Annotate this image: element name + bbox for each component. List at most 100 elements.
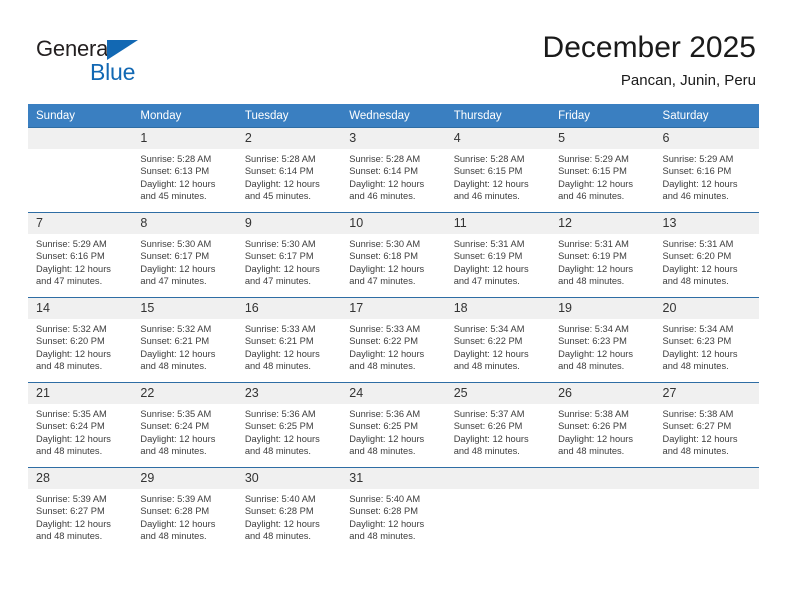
sunrise-text: Sunrise: 5:39 AM xyxy=(36,494,107,504)
day-details: Sunrise: 5:28 AM Sunset: 6:13 PM Daylight:… xyxy=(132,149,236,203)
day-number xyxy=(550,468,655,489)
daylight-text-line1: Daylight: 12 hours xyxy=(140,433,216,444)
calendar-day-cell[interactable]: 29 Sunrise: 5:39 AM Sunset: 6:28 PM Dayligh… xyxy=(132,467,237,552)
day-number: 27 xyxy=(654,383,759,404)
day-number xyxy=(654,468,759,489)
sunset-text: Sunset: 6:21 PM xyxy=(244,336,314,347)
day-number: 17 xyxy=(341,298,446,319)
calendar-day-cell[interactable]: 6 Sunrise: 5:29 AM Sunset: 6:16 PM Daylight… xyxy=(654,127,759,213)
calendar-day-cell[interactable]: 14 Sunrise: 5:32 AM Sunset: 6:20 PM Dayligh… xyxy=(28,297,133,383)
day-details: Sunrise: 5:34 AM Sunset: 6:23 PM Daylight:… xyxy=(550,319,654,373)
calendar-day-cell[interactable]: 26 Sunrise: 5:38 AM Sunset: 6:26 PM Dayligh… xyxy=(550,382,655,468)
sunrise-text: Sunrise: 5:36 AM xyxy=(349,409,421,419)
sunset-text: Sunset: 6:14 PM xyxy=(244,166,314,177)
sunset-text: Sunset: 6:20 PM xyxy=(36,336,105,347)
calendar-day-cell[interactable]: 10 Sunrise: 5:30 AM Sunset: 6:18 PM Dayligh… xyxy=(341,212,446,298)
calendar-day-cell[interactable]: 15 Sunrise: 5:32 AM Sunset: 6:21 PM Dayligh… xyxy=(132,297,237,383)
sunrise-text: Sunrise: 5:33 AM xyxy=(349,324,421,334)
day-details: Sunrise: 5:29 AM Sunset: 6:15 PM Daylight:… xyxy=(550,149,654,203)
calendar-day-cell[interactable]: 27 Sunrise: 5:38 AM Sunset: 6:27 PM Dayligh… xyxy=(654,382,759,468)
calendar-day-cell[interactable]: 17 Sunrise: 5:33 AM Sunset: 6:22 PM Dayligh… xyxy=(341,297,446,383)
sunrise-text: Sunrise: 5:34 AM xyxy=(662,324,734,334)
day-number: 1 xyxy=(132,128,237,149)
weekday-header-wednesday: Wednesday xyxy=(341,104,446,128)
sunrise-text: Sunrise: 5:38 AM xyxy=(558,409,629,419)
day-details: Sunrise: 5:38 AM Sunset: 6:27 PM Daylight:… xyxy=(655,404,759,458)
daylight-text-line1: Daylight: 12 hours xyxy=(244,178,320,189)
daylight-text-line1: Daylight: 12 hours xyxy=(36,518,111,529)
day-number: 13 xyxy=(654,213,759,234)
calendar-day-cell[interactable]: 16 Sunrise: 5:33 AM Sunset: 6:21 PM Dayligh… xyxy=(236,297,342,383)
sunset-text: Sunset: 6:20 PM xyxy=(662,251,732,262)
sunset-text: Sunset: 6:28 PM xyxy=(349,506,418,517)
calendar-page: General Blue December 2025 Pancan, Junin… xyxy=(0,0,792,612)
calendar-day-cell[interactable]: 24 Sunrise: 5:36 AM Sunset: 6:25 PM Dayligh… xyxy=(341,382,446,468)
calendar-day-cell[interactable]: 5 Sunrise: 5:29 AM Sunset: 6:15 PM Daylight… xyxy=(550,127,655,213)
sunset-text: Sunset: 6:19 PM xyxy=(453,251,523,262)
day-details: Sunrise: 5:31 AM Sunset: 6:19 PM Daylight:… xyxy=(550,234,654,288)
daylight-text-line2: and 48 minutes. xyxy=(558,276,625,287)
calendar-day-cell[interactable]: 20 Sunrise: 5:34 AM Sunset: 6:23 PM Dayligh… xyxy=(654,297,759,383)
calendar-week-row: 21 Sunrise: 5:35 AM Sunset: 6:24 PM Dayligh… xyxy=(28,382,759,468)
daylight-text-line2: and 48 minutes. xyxy=(140,361,207,372)
calendar-day-cell[interactable]: 1 Sunrise: 5:28 AM Sunset: 6:13 PM Daylight… xyxy=(132,127,237,213)
calendar-day-cell[interactable]: 25 Sunrise: 5:37 AM Sunset: 6:26 PM Dayligh… xyxy=(445,382,551,468)
calendar-day-cell[interactable]: 31 Sunrise: 5:40 AM Sunset: 6:28 PM Dayligh… xyxy=(341,467,446,552)
page-subtitle-location: Pancan, Junin, Peru xyxy=(620,72,756,89)
day-number: 11 xyxy=(445,213,551,234)
calendar-day-cell[interactable]: 30 Sunrise: 5:40 AM Sunset: 6:28 PM Dayligh… xyxy=(236,467,342,552)
calendar-day-cell[interactable]: 21 Sunrise: 5:35 AM Sunset: 6:24 PM Dayligh… xyxy=(28,382,133,468)
day-details: Sunrise: 5:36 AM Sunset: 6:25 PM Daylight:… xyxy=(341,404,445,458)
day-details: Sunrise: 5:35 AM Sunset: 6:24 PM Daylight:… xyxy=(132,404,236,458)
sunset-text: Sunset: 6:16 PM xyxy=(36,251,105,262)
calendar-week-row: 28 Sunrise: 5:39 AM Sunset: 6:27 PM Dayligh… xyxy=(28,467,759,552)
day-number: 15 xyxy=(132,298,237,319)
general-blue-logo[interactable]: General Blue xyxy=(36,36,156,85)
calendar-day-cell[interactable]: 19 Sunrise: 5:34 AM Sunset: 6:23 PM Dayligh… xyxy=(550,297,655,383)
calendar-day-cell[interactable]: 7 Sunrise: 5:29 AM Sunset: 6:16 PM Daylight… xyxy=(28,212,133,298)
daylight-text-line1: Daylight: 12 hours xyxy=(140,348,216,359)
calendar-day-cell[interactable]: 13 Sunrise: 5:31 AM Sunset: 6:20 PM Dayligh… xyxy=(654,212,759,298)
calendar-day-cell[interactable]: 2 Sunrise: 5:28 AM Sunset: 6:14 PM Daylight… xyxy=(236,127,342,213)
calendar-day-cell[interactable]: 23 Sunrise: 5:36 AM Sunset: 6:25 PM Dayligh… xyxy=(236,382,342,468)
sunrise-text: Sunrise: 5:29 AM xyxy=(558,154,629,164)
calendar-day-cell[interactable]: 11 Sunrise: 5:31 AM Sunset: 6:19 PM Dayligh… xyxy=(445,212,551,298)
calendar-day-cell[interactable]: 22 Sunrise: 5:35 AM Sunset: 6:24 PM Dayligh… xyxy=(132,382,237,468)
sunrise-text: Sunrise: 5:33 AM xyxy=(244,324,316,334)
day-number: 31 xyxy=(341,468,446,489)
day-number: 6 xyxy=(654,128,759,149)
daylight-text-line2: and 48 minutes. xyxy=(244,531,311,542)
daylight-text-line1: Daylight: 12 hours xyxy=(662,348,738,359)
daylight-text-line1: Daylight: 12 hours xyxy=(662,433,738,444)
sunset-text: Sunset: 6:25 PM xyxy=(244,421,314,432)
weekday-header-thursday: Thursday xyxy=(445,104,551,128)
day-number: 3 xyxy=(341,128,446,149)
calendar-day-cell-empty xyxy=(28,127,133,213)
calendar-day-cell[interactable]: 28 Sunrise: 5:39 AM Sunset: 6:27 PM Dayligh… xyxy=(28,467,133,552)
calendar-day-cell[interactable]: 3 Sunrise: 5:28 AM Sunset: 6:14 PM Daylight… xyxy=(341,127,446,213)
daylight-text-line2: and 48 minutes. xyxy=(662,446,729,457)
daylight-text-line2: and 46 minutes. xyxy=(662,191,729,202)
calendar-day-cell[interactable]: 8 Sunrise: 5:30 AM Sunset: 6:17 PM Daylight… xyxy=(132,212,237,298)
daylight-text-line2: and 48 minutes. xyxy=(244,446,311,457)
calendar-day-cell[interactable]: 9 Sunrise: 5:30 AM Sunset: 6:17 PM Daylight… xyxy=(236,212,342,298)
daylight-text-line2: and 48 minutes. xyxy=(36,531,103,542)
daylight-text-line1: Daylight: 12 hours xyxy=(140,263,216,274)
sunset-text: Sunset: 6:23 PM xyxy=(558,336,627,347)
day-details: Sunrise: 5:33 AM Sunset: 6:21 PM Daylight:… xyxy=(237,319,341,373)
calendar-day-cell[interactable]: 4 Sunrise: 5:28 AM Sunset: 6:15 PM Daylight… xyxy=(445,127,551,213)
day-details: Sunrise: 5:29 AM Sunset: 6:16 PM Daylight:… xyxy=(28,234,132,288)
sunset-text: Sunset: 6:22 PM xyxy=(453,336,523,347)
sunrise-text: Sunrise: 5:39 AM xyxy=(140,494,212,504)
daylight-text-line2: and 47 minutes. xyxy=(244,276,311,287)
calendar-week-row: 14 Sunrise: 5:32 AM Sunset: 6:20 PM Dayligh… xyxy=(28,297,759,383)
sunset-text: Sunset: 6:28 PM xyxy=(140,506,210,517)
daylight-text-line2: and 48 minutes. xyxy=(349,361,416,372)
calendar-day-cell[interactable]: 18 Sunrise: 5:34 AM Sunset: 6:22 PM Dayligh… xyxy=(445,297,551,383)
day-number: 26 xyxy=(550,383,655,404)
sunset-text: Sunset: 6:17 PM xyxy=(244,251,314,262)
calendar-day-cell[interactable]: 12 Sunrise: 5:31 AM Sunset: 6:19 PM Dayligh… xyxy=(550,212,655,298)
daylight-text-line2: and 48 minutes. xyxy=(662,361,729,372)
day-number: 28 xyxy=(28,468,133,489)
day-details: Sunrise: 5:37 AM Sunset: 6:26 PM Daylight:… xyxy=(446,404,550,458)
